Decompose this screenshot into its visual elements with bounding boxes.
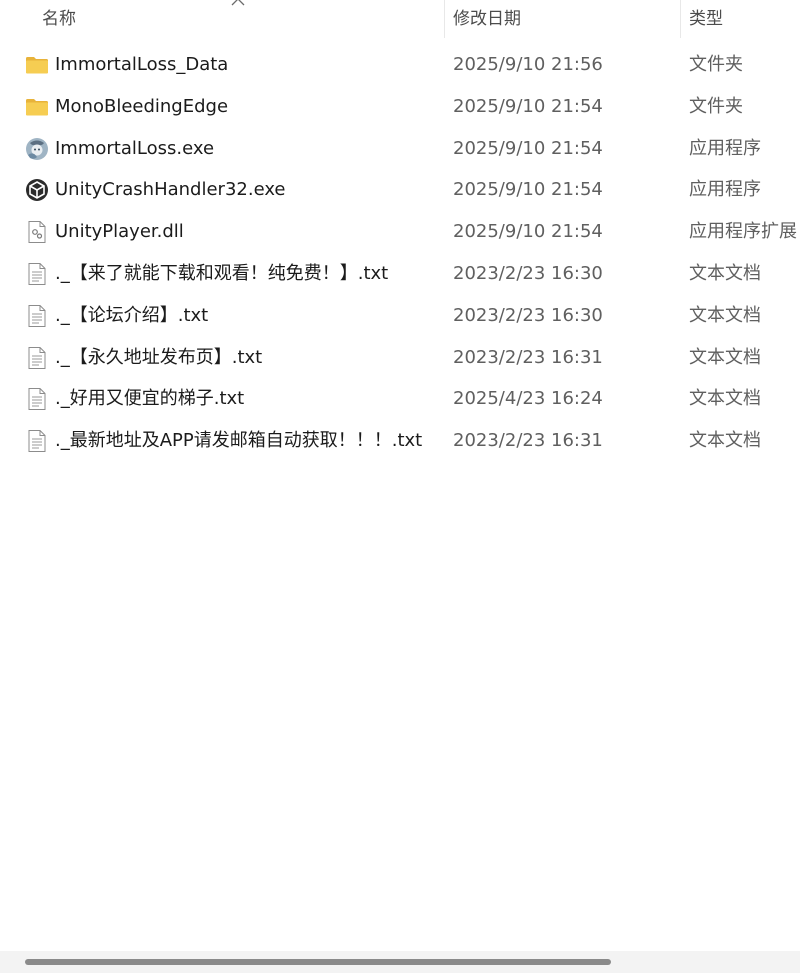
file-name: ImmortalLoss.exe [55,137,215,159]
unity-logo-icon [26,179,48,202]
file-date-modified: 2023/2/23 16:31 [453,346,603,368]
file-name: MonoBleedingEdge [55,95,229,117]
file-type: 应用程序 [689,179,761,201]
file-type: 文本文档 [689,346,761,368]
text-file-icon [28,262,46,285]
file-name: ._最新地址及APP请发邮箱自动获取！！！.txt [55,430,423,452]
column-header-name[interactable]: 名称 [42,0,76,38]
file-name: UnityCrashHandler32.exe [55,179,286,201]
text-file-icon [28,346,46,369]
file-type: 文件夹 [689,54,743,75]
file-type: 文本文档 [689,388,761,410]
file-row-unitycrashhandler32-exe[interactable]: UnityCrashHandler32.exe 2025/9/10 21:54 … [0,169,800,211]
file-row-txt-latest-address[interactable]: ._最新地址及APP请发邮箱自动获取！！！.txt 2023/2/23 16:3… [0,420,800,462]
column-divider-name-date[interactable] [444,0,445,38]
file-name: UnityPlayer.dll [55,221,184,243]
file-date-modified: 2023/2/23 16:30 [453,304,603,326]
text-file-icon [28,430,46,453]
column-header-bar: 名称 修改日期 类型 [0,0,800,38]
file-date-modified: 2023/2/23 16:30 [453,262,603,284]
file-date-modified: 2025/9/10 21:54 [453,221,603,243]
file-row-txt-forum-intro[interactable]: ._【论坛介绍】.txt 2023/2/23 16:30 文本文档 [0,295,800,337]
text-file-icon [28,388,46,411]
file-row-unityplayer-dll[interactable]: UnityPlayer.dll 2025/9/10 21:54 应用程序扩展 [0,211,800,253]
file-explorer-list-view: 名称 修改日期 类型 ImmortalLoss_Data 2025/9/10 2… [0,0,800,973]
file-date-modified: 2023/2/23 16:31 [453,430,603,452]
column-divider-date-type[interactable] [680,0,681,38]
file-type: 文件夹 [689,95,743,117]
file-row-txt-free-download[interactable]: ._【来了就能下载和观看！纯免费！】.txt 2023/2/23 16:30 文… [0,253,800,295]
game-exe-icon [26,137,48,160]
file-row-txt-permanent-address[interactable]: ._【永久地址发布页】.txt 2023/2/23 16:31 文本文档 [0,337,800,379]
file-name: ._【永久地址发布页】.txt [55,346,263,368]
file-name: ._好用又便宜的梯子.txt [55,388,245,410]
folder-icon [26,57,48,74]
file-name: ._【来了就能下载和观看！纯免费！】.txt [55,262,389,284]
file-date-modified: 2025/9/10 21:54 [453,137,603,159]
text-file-icon [28,304,46,327]
file-row-immortalloss-data[interactable]: ImmortalLoss_Data 2025/9/10 21:56 文件夹 [0,44,800,86]
dll-file-icon [28,221,46,244]
column-header-date-modified[interactable]: 修改日期 [453,0,521,38]
file-date-modified: 2025/9/10 21:54 [453,95,603,117]
file-type: 文本文档 [689,262,761,284]
file-date-modified: 2025/4/23 16:24 [453,388,603,410]
file-type: 应用程序扩展 [689,221,797,243]
file-type: 文本文档 [689,430,761,452]
column-header-type[interactable]: 类型 [689,0,723,38]
horizontal-scrollbar-thumb[interactable] [25,959,611,965]
file-date-modified: 2025/9/10 21:54 [453,179,603,201]
horizontal-scrollbar[interactable] [0,951,800,973]
sort-ascending-icon [231,0,245,6]
file-name: ._【论坛介绍】.txt [55,304,209,326]
file-list: ImmortalLoss_Data 2025/9/10 21:56 文件夹 Mo… [0,44,800,462]
file-date-modified: 2025/9/10 21:56 [453,54,603,75]
file-type: 文本文档 [689,304,761,326]
file-name: ImmortalLoss_Data [55,54,229,75]
folder-icon [26,98,48,116]
file-row-txt-ladder[interactable]: ._好用又便宜的梯子.txt 2025/4/23 16:24 文本文档 [0,378,800,420]
file-row-immortalloss-exe[interactable]: ImmortalLoss.exe 2025/9/10 21:54 应用程序 [0,128,800,170]
file-type: 应用程序 [689,137,761,159]
file-row-monobleedingedge[interactable]: MonoBleedingEdge 2025/9/10 21:54 文件夹 [0,86,800,128]
